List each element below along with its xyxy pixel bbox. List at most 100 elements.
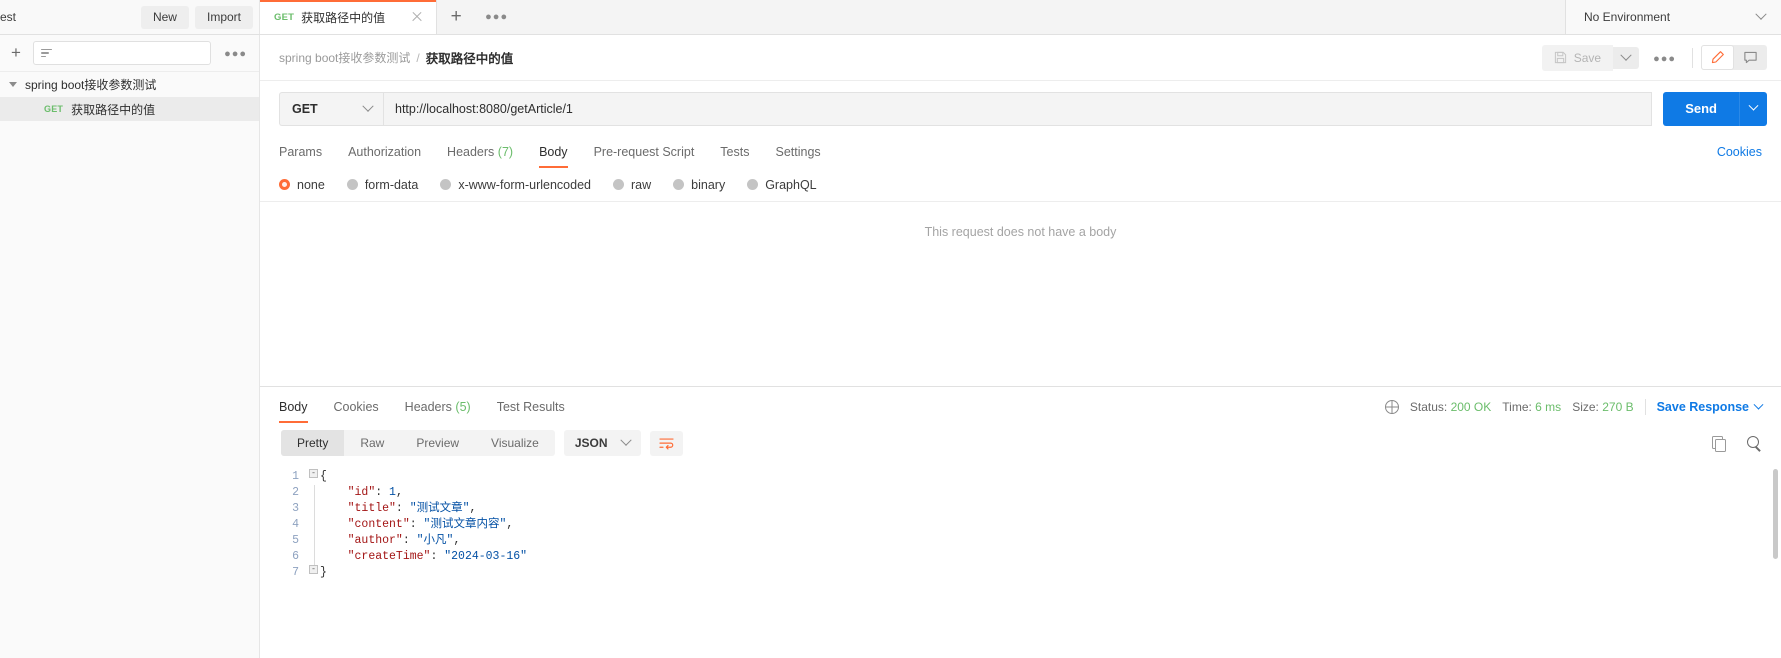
request-body-empty-state: This request does not have a body bbox=[260, 201, 1781, 386]
tab-body[interactable]: Body bbox=[526, 145, 581, 168]
chevron-down-icon bbox=[1620, 49, 1632, 61]
request-method-label: GET bbox=[44, 104, 64, 114]
send-group: Send bbox=[1663, 91, 1767, 126]
copy-icon[interactable] bbox=[1712, 436, 1726, 452]
close-icon[interactable] bbox=[410, 10, 424, 24]
body-type-none[interactable]: none bbox=[279, 178, 325, 192]
time-badge: Time: 6 ms bbox=[1502, 400, 1561, 414]
chevron-down-icon bbox=[362, 100, 374, 112]
view-mode-pretty[interactable]: Pretty bbox=[281, 430, 345, 456]
code-line: "author": "小凡", bbox=[347, 534, 461, 547]
edit-mode-button[interactable] bbox=[1701, 45, 1734, 70]
status-badge: Status: 200 OK bbox=[1410, 400, 1491, 414]
tab-options-icon[interactable]: ●●● bbox=[475, 0, 518, 34]
sidebar-collection-row[interactable]: spring boot接收参数测试 bbox=[0, 72, 259, 97]
url-input[interactable]: http://localhost:8080/getArticle/1 bbox=[383, 91, 1653, 126]
response-tab-headers[interactable]: Headers (5) bbox=[392, 400, 484, 423]
status-value: 200 OK bbox=[1450, 400, 1492, 414]
view-mode-raw[interactable]: Raw bbox=[344, 430, 400, 456]
tab-tests[interactable]: Tests bbox=[707, 145, 762, 168]
line-number: 6 bbox=[292, 550, 299, 563]
code-line: "id": 1, bbox=[347, 486, 403, 499]
view-mode-visualize[interactable]: Visualize bbox=[475, 430, 555, 456]
radio-label: x-www-form-urlencoded bbox=[458, 177, 591, 192]
sidebar-options-icon[interactable]: ●●● bbox=[220, 44, 251, 62]
line-number: 5 bbox=[292, 534, 299, 547]
response-scrollbar-thumb[interactable] bbox=[1773, 469, 1778, 559]
body-type-form-data[interactable]: form-data bbox=[346, 178, 418, 192]
environment-selector[interactable]: No Environment bbox=[1565, 0, 1781, 34]
response-tabs: Body Cookies Headers (5) Test Results St… bbox=[260, 387, 1781, 423]
request-tabs: Params Authorization Headers (7) Body Pr… bbox=[260, 136, 1781, 168]
send-button[interactable]: Send bbox=[1663, 91, 1739, 126]
response-json-code: { "id": 1, "title": "测试文章", "content": "… bbox=[320, 463, 1781, 658]
tab-settings[interactable]: Settings bbox=[762, 145, 833, 168]
body-type-graphql[interactable]: GraphQL bbox=[747, 178, 817, 192]
breadcrumb-bar: spring boot接收参数测试 / 获取路径中的值 Save ●●● bbox=[260, 35, 1781, 81]
tab-pre-request-script[interactable]: Pre-request Script bbox=[581, 145, 708, 168]
import-button[interactable]: Import bbox=[194, 5, 253, 29]
new-button[interactable]: New bbox=[140, 5, 189, 29]
top-bar: est New Import GET 获取路径中的值 + ●●● No Envi… bbox=[0, 0, 1781, 35]
response-tab-cookies[interactable]: Cookies bbox=[321, 400, 392, 423]
environment-label: No Environment bbox=[1584, 10, 1671, 24]
response-tab-test-results[interactable]: Test Results bbox=[484, 400, 578, 423]
body-type-options: none form-data x-www-form-urlencoded raw… bbox=[260, 168, 1781, 201]
new-tab-icon[interactable]: + bbox=[437, 0, 475, 34]
wrap-lines-button[interactable] bbox=[649, 430, 683, 456]
line-number: 4 bbox=[292, 518, 299, 531]
workspace-name: est bbox=[0, 10, 17, 24]
line-number: 3 bbox=[292, 502, 299, 515]
collection-name: spring boot接收参数测试 bbox=[25, 78, 157, 92]
line-number-gutter: 1 2 3 4 5 6 7 bbox=[260, 463, 308, 658]
request-response-pane: spring boot接收参数测试 / 获取路径中的值 Save ●●● GET… bbox=[260, 35, 1781, 658]
fold-toggle-open-icon[interactable]: - bbox=[309, 469, 318, 478]
tab-label: Tests bbox=[720, 145, 750, 159]
code-fold-column: - - bbox=[308, 463, 320, 658]
response-view-toolbar: Pretty Raw Preview Visualize JSON bbox=[260, 423, 1781, 463]
tab-count: (5) bbox=[455, 400, 471, 414]
response-pane: Body Cookies Headers (5) Test Results St… bbox=[260, 386, 1781, 658]
time-label: Time: bbox=[1502, 400, 1532, 414]
view-toggle-group bbox=[1701, 45, 1767, 70]
tab-label: Params bbox=[279, 145, 323, 159]
request-tab-strip: GET 获取路径中的值 + ●●● bbox=[260, 0, 1565, 34]
radio-label: raw bbox=[631, 177, 652, 192]
save-button[interactable]: Save bbox=[1541, 44, 1614, 71]
send-options-button[interactable] bbox=[1739, 91, 1767, 126]
url-bar: GET http://localhost:8080/getArticle/1 S… bbox=[260, 81, 1781, 136]
search-icon[interactable] bbox=[1747, 435, 1762, 451]
body-type-binary[interactable]: binary bbox=[673, 178, 725, 192]
divider bbox=[1644, 399, 1646, 415]
code-line: "title": "测试文章", bbox=[347, 502, 477, 515]
response-scrollbar-track[interactable] bbox=[1770, 463, 1781, 658]
tab-count: (7) bbox=[497, 145, 514, 159]
comment-mode-button[interactable] bbox=[1734, 45, 1767, 70]
save-options-button[interactable] bbox=[1613, 46, 1640, 69]
request-tab-active[interactable]: GET 获取路径中的值 bbox=[260, 0, 438, 34]
http-method-select[interactable]: GET bbox=[279, 91, 383, 126]
sidebar-item-request[interactable]: GET 获取路径中的值 bbox=[0, 97, 259, 121]
body-type-x-www-form-urlencoded[interactable]: x-www-form-urlencoded bbox=[440, 178, 591, 192]
sidebar-filter-input[interactable] bbox=[33, 41, 212, 65]
tab-label: Headers bbox=[447, 145, 495, 159]
response-format-select[interactable]: JSON bbox=[563, 430, 641, 456]
response-tab-body[interactable]: Body bbox=[279, 400, 321, 423]
tab-headers[interactable]: Headers (7) bbox=[434, 145, 526, 168]
globe-icon bbox=[1384, 400, 1399, 414]
add-icon[interactable]: + bbox=[8, 43, 24, 63]
request-more-options-icon[interactable]: ●●● bbox=[1639, 49, 1690, 67]
response-body-viewer[interactable]: 1 2 3 4 5 6 7 - - { "id": 1, "title": "测试文章", … bbox=[260, 463, 1781, 658]
body-type-raw[interactable]: raw bbox=[613, 178, 651, 192]
view-mode-preview[interactable]: Preview bbox=[400, 430, 475, 456]
save-response-button[interactable]: Save Response bbox=[1657, 399, 1764, 414]
tab-label: Body bbox=[279, 400, 308, 414]
cookies-link[interactable]: Cookies bbox=[1717, 145, 1762, 168]
tab-params[interactable]: Params bbox=[279, 145, 335, 168]
tab-label: Body bbox=[539, 145, 568, 159]
line-number: 1 bbox=[292, 470, 299, 483]
tab-authorization[interactable]: Authorization bbox=[335, 145, 434, 168]
fold-toggle-close-icon[interactable]: - bbox=[309, 565, 318, 574]
radio-icon bbox=[440, 179, 452, 190]
breadcrumb-parent[interactable]: spring boot接收参数测试 bbox=[279, 49, 410, 66]
